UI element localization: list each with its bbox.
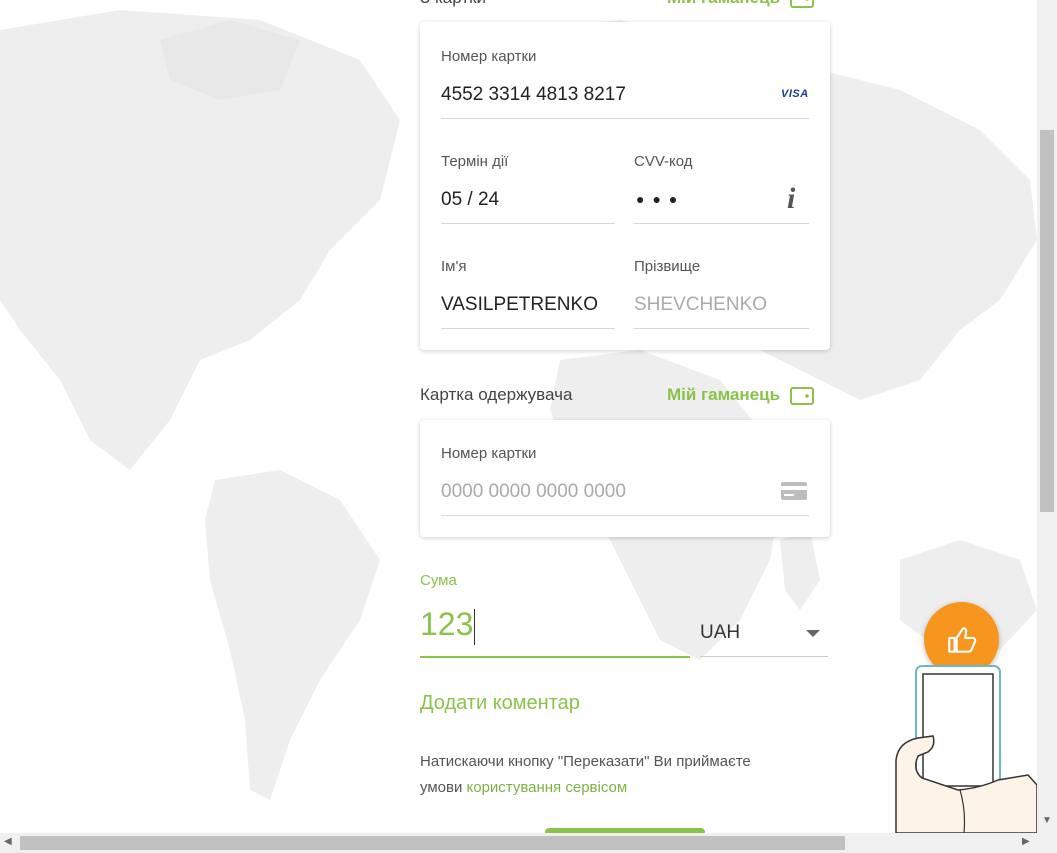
sender-card-number-label: Номер картки: [441, 48, 537, 65]
first-name-underline: [441, 328, 615, 329]
expiry-input[interactable]: 05 / 24: [441, 189, 499, 211]
wallet-icon: [790, 0, 815, 8]
expiry-underline: [441, 223, 615, 224]
horizontal-scrollbar-thumb[interactable]: [20, 836, 845, 850]
amount-underline: [420, 656, 690, 658]
sender-card: Номер картки 4552 3314 4813 8217 VISA Те…: [420, 22, 830, 350]
recipient-card-underline: [441, 515, 809, 516]
recipient-card: Номер картки 0000 0000 0000 0000: [420, 420, 830, 537]
recipient-wallet-link[interactable]: Мій гаманець: [667, 385, 815, 405]
card-number-underline: [441, 118, 809, 119]
wallet-link-label: Мій гаманець: [667, 0, 780, 8]
scroll-left-arrow-icon[interactable]: ◀: [4, 836, 12, 847]
wallet-link-label: Мій гаманець: [667, 385, 781, 404]
last-name-label: Прізвище: [634, 258, 701, 275]
first-name-label: Ім'я: [441, 258, 467, 275]
sender-section-label: З картки: [420, 0, 486, 8]
amount-input[interactable]: 123: [420, 606, 690, 645]
cvv-info-icon[interactable]: i: [787, 182, 795, 216]
wallet-icon: [790, 387, 815, 405]
amount-value: 123: [420, 606, 474, 642]
chevron-down-icon[interactable]: [806, 630, 820, 637]
recipient-section-label: Картка одержувача: [420, 385, 573, 404]
last-name-input[interactable]: SHEVCHENKO: [634, 294, 767, 316]
sender-wallet-link[interactable]: Мій гаманець: [667, 0, 815, 8]
amount-label: Сума: [420, 572, 457, 589]
cvv-label: CVV-код: [634, 153, 693, 170]
vertical-scrollbar-thumb[interactable]: [1040, 130, 1054, 512]
scrollbar-corner: [1037, 833, 1057, 853]
terms-link[interactable]: користування сервісом: [467, 779, 628, 796]
currency-underline: [700, 656, 828, 657]
add-comment-link[interactable]: Додати коментар: [420, 692, 580, 715]
scroll-right-arrow-icon[interactable]: ▶: [1022, 836, 1030, 847]
last-name-underline: [634, 328, 809, 329]
vertical-scrollbar[interactable]: ▼: [1037, 0, 1057, 833]
recipient-card-number-label: Номер картки: [441, 445, 537, 462]
text-caret: [474, 608, 476, 645]
terms-text: Натискаючи кнопку "Переказати" Ви прийма…: [420, 749, 790, 801]
horizontal-scrollbar[interactable]: ◀ ▶: [0, 833, 1037, 853]
cvv-underline: [634, 223, 809, 224]
sender-card-number-input[interactable]: 4552 3314 4813 8217: [441, 84, 626, 106]
first-name-input[interactable]: VASILPETRENKO: [441, 294, 598, 316]
cvv-input[interactable]: ●●●: [636, 191, 685, 207]
expiry-label: Термін дії: [441, 153, 509, 170]
currency-select[interactable]: UAH: [700, 622, 740, 644]
phone-hand-illustration: [895, 665, 1037, 833]
credit-card-icon: [781, 482, 807, 500]
scroll-down-arrow-icon[interactable]: ▼: [1042, 815, 1052, 826]
visa-logo-icon: VISA: [781, 88, 809, 100]
recipient-card-number-input[interactable]: 0000 0000 0000 0000: [441, 481, 626, 503]
